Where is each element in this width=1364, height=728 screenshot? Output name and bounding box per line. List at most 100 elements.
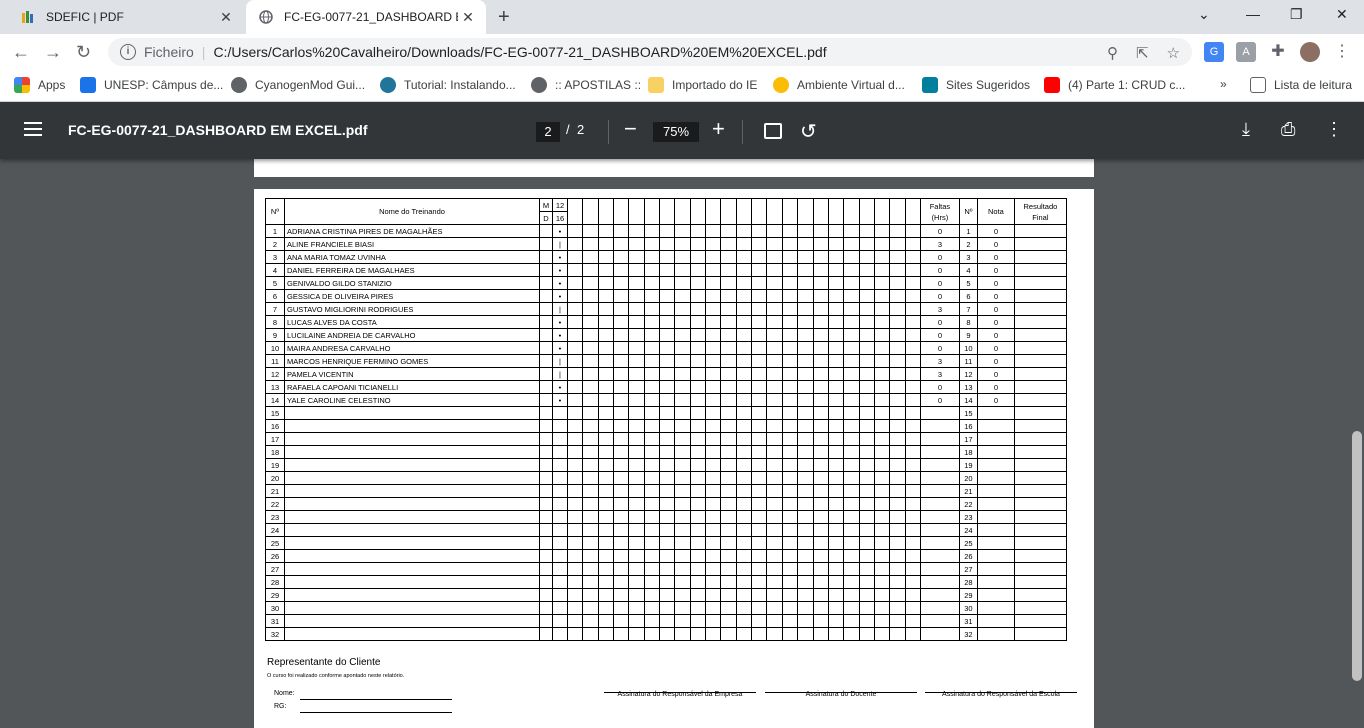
attendance-cell — [735, 302, 753, 316]
bookmarks-overflow-icon[interactable]: » — [1220, 77, 1227, 91]
attendance-cell — [643, 458, 661, 472]
row-cell — [539, 328, 553, 342]
back-icon[interactable]: ← — [12, 42, 30, 63]
attendance-cell — [689, 575, 707, 589]
new-tab-icon[interactable]: + — [498, 6, 510, 29]
attendance-cell — [720, 302, 737, 316]
attendance-cell — [751, 406, 768, 420]
close-window-icon[interactable]: ✕ — [1336, 6, 1348, 23]
attendance-cell — [582, 406, 599, 420]
reading-list[interactable]: Lista de leitura — [1250, 77, 1352, 93]
faltas-value: 3 — [919, 367, 960, 381]
page-number-input[interactable]: 2 — [536, 122, 560, 142]
zoom-icon[interactable]: ⚲ — [1107, 44, 1118, 62]
attendance-cell — [659, 627, 676, 641]
fit-to-page-icon[interactable] — [764, 123, 782, 139]
bookmark-apps[interactable]: Apps — [14, 77, 65, 93]
chrome-menu-icon[interactable]: ⋮ — [1332, 42, 1352, 62]
rotate-icon[interactable]: ↺ — [800, 119, 817, 144]
attendance-cell — [751, 315, 768, 329]
attendance-cell — [643, 341, 661, 355]
more-options-icon[interactable]: ⋮ — [1325, 119, 1343, 140]
close-tab-icon[interactable]: ✕ — [458, 9, 478, 26]
close-tab-icon[interactable]: ✕ — [216, 9, 236, 26]
bookmark-label: CyanogenMod Gui... — [255, 78, 366, 92]
table-row: 16 16 — [265, 419, 1067, 433]
attendance-cell — [674, 354, 691, 368]
table-row: 26 26 — [265, 549, 1067, 563]
download-icon[interactable]: ⤓ — [1242, 119, 1250, 140]
scrollbar-thumb[interactable] — [1352, 431, 1362, 681]
table-row: 23 23 — [265, 510, 1067, 524]
attendance-mark — [552, 536, 568, 550]
forward-icon[interactable]: → — [44, 42, 62, 63]
menu-icon[interactable] — [24, 122, 42, 136]
attendance-cell — [613, 549, 630, 563]
print-icon[interactable]: ⎙ — [1281, 119, 1295, 140]
url-text[interactable]: C:/Users/Carlos%20Cavalheiro/Downloads/F… — [213, 44, 826, 60]
attendance-cell — [781, 627, 799, 641]
attendance-cell — [674, 614, 691, 628]
zoom-out-icon[interactable]: − — [624, 116, 637, 142]
puzzle-icon[interactable]: ✚ — [1268, 42, 1288, 62]
attendance-cell — [827, 614, 845, 628]
trainee-name: DANIEL FERREIRA DE MAGALHAES — [284, 263, 540, 277]
share-icon[interactable]: ⇱ — [1136, 44, 1149, 62]
attendance-cell — [659, 497, 676, 511]
bookmark-importado[interactable]: Importado do IE — [648, 77, 757, 93]
minimize-icon[interactable]: — — [1246, 6, 1260, 22]
attendance-cell — [889, 354, 906, 368]
profile-avatar-icon[interactable] — [1300, 42, 1320, 62]
attendance-cell — [766, 406, 783, 420]
bookmark-tutorial[interactable]: Tutorial: Instalando... — [380, 77, 516, 93]
attendance-cell — [797, 289, 814, 303]
tab-pdf[interactable]: FC-EG-0077-21_DASHBOARD EM EXCEL.pdf ✕ — [246, 0, 486, 34]
attendance-cell — [582, 575, 599, 589]
attendance-cell — [582, 250, 599, 264]
trainee-name — [284, 575, 540, 589]
bookmark-sites-sugeridos[interactable]: Sites Sugeridos — [922, 77, 1030, 93]
bookmark-ambiente[interactable]: Ambiente Virtual d... — [773, 77, 905, 93]
bookmark-apostilas[interactable]: :: APOSTILAS :: — [531, 77, 641, 93]
attendance-cell — [628, 341, 645, 355]
attendance-cell — [751, 471, 768, 485]
nota-value — [976, 562, 1015, 576]
attendance-cell — [812, 250, 829, 264]
faltas-value — [919, 432, 960, 446]
attendance-cell — [566, 354, 584, 368]
tab-search-icon[interactable]: ⌄ — [1198, 6, 1210, 23]
attendance-cell — [582, 484, 599, 498]
zoom-input[interactable]: 75% — [653, 122, 699, 142]
address-bar[interactable]: i Ficheiro | C:/Users/Carlos%20Cavalheir… — [108, 38, 1192, 66]
attendance-cell — [689, 549, 707, 563]
translate-extension-icon[interactable]: G — [1204, 42, 1224, 62]
attendance-cell — [705, 471, 722, 485]
nota-value — [976, 497, 1015, 511]
pdf-extension-icon[interactable]: A — [1236, 42, 1256, 62]
attendance-cell — [751, 627, 768, 641]
tab-sdefic[interactable]: SDEFIC | PDF ✕ — [8, 0, 244, 34]
pdf-viewer[interactable]: Nº Nome do Treinando M 12 Faltas (Hrs) Nº Nota… — [0, 159, 1364, 728]
reload-icon[interactable]: ↻ — [76, 42, 91, 63]
bookmark-youtube[interactable]: (4) Parte 1: CRUD c... — [1044, 77, 1185, 93]
attendance-cell — [797, 419, 814, 433]
restore-icon[interactable]: ❐ — [1290, 6, 1303, 23]
bookmark-unesp[interactable]: UNESP: Câmpus de... — [80, 77, 223, 93]
attendance-cell — [812, 263, 829, 277]
faltas-value: 0 — [919, 380, 960, 394]
info-icon[interactable]: i — [120, 44, 136, 60]
attendance-cell — [858, 302, 875, 316]
attendance-cell — [628, 380, 645, 394]
row-number: 20 — [265, 471, 285, 485]
attendance-cell — [582, 315, 599, 329]
attendance-cell — [873, 302, 891, 316]
trainee-name — [284, 471, 540, 485]
row-number-2: 4 — [958, 263, 978, 277]
zoom-in-icon[interactable]: + — [712, 116, 725, 142]
attendance-cell — [597, 367, 615, 381]
attendance-cell — [812, 471, 829, 485]
bookmark-star-icon[interactable]: ☆ — [1167, 44, 1180, 62]
bookmark-cyanogenmod[interactable]: CyanogenMod Gui... — [231, 77, 365, 93]
attendance-cell — [628, 575, 645, 589]
resultado-value — [1013, 445, 1067, 459]
